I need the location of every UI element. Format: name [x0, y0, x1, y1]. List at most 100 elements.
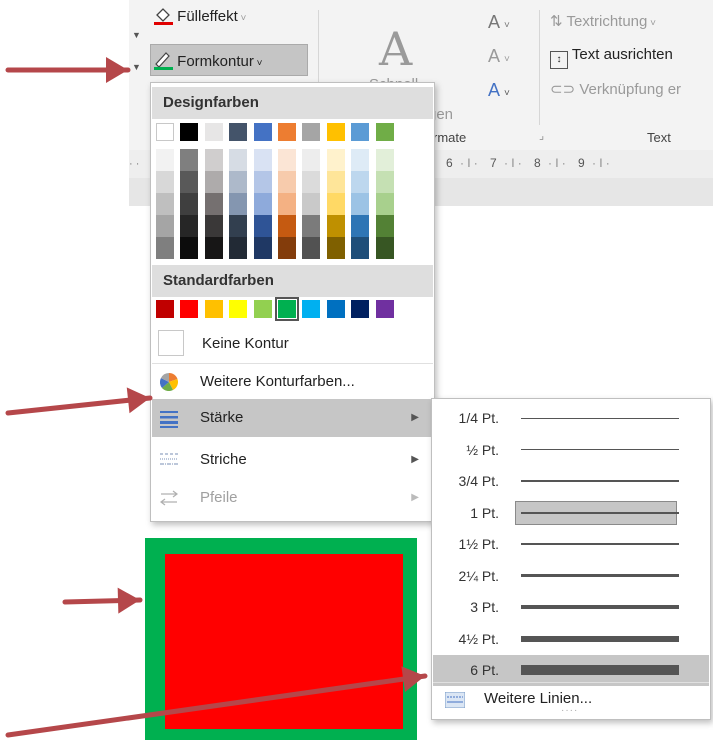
- theme-color-swatch[interactable]: [351, 123, 370, 141]
- weight-option[interactable]: 4½ Pt.: [433, 624, 709, 655]
- theme-shade-swatch[interactable]: [351, 193, 370, 215]
- theme-color-swatch[interactable]: [180, 123, 199, 141]
- theme-color-swatch[interactable]: [302, 123, 321, 141]
- theme-shade-swatch[interactable]: [253, 149, 272, 171]
- text-fill-icon[interactable]: A ˅: [488, 12, 510, 33]
- theme-shade-swatch[interactable]: [156, 193, 174, 215]
- theme-color-swatch[interactable]: [156, 123, 174, 141]
- theme-shade-swatch[interactable]: [180, 215, 199, 237]
- theme-shade-swatch[interactable]: [253, 193, 272, 215]
- theme-shade-swatch[interactable]: [375, 193, 394, 215]
- theme-shade-swatch[interactable]: [229, 149, 248, 171]
- weight-option[interactable]: ½ Pt.: [433, 435, 709, 466]
- theme-shade-swatch[interactable]: [302, 171, 321, 193]
- weight-option[interactable]: 1½ Pt.: [433, 529, 709, 560]
- theme-color-swatch[interactable]: [326, 123, 345, 141]
- theme-shade-swatch[interactable]: [204, 237, 223, 259]
- dashes-item[interactable]: Striche ▶: [152, 441, 433, 478]
- theme-color-swatch[interactable]: [253, 123, 272, 141]
- standard-color-swatch[interactable]: [302, 300, 321, 318]
- theme-shade-swatch[interactable]: [375, 237, 394, 259]
- standard-color-swatch[interactable]: [229, 300, 248, 318]
- fill-effect-button[interactable]: Fülleffekt ˅: [153, 5, 246, 25]
- theme-shade-swatch[interactable]: [229, 193, 248, 215]
- submenu-arrow-icon: ▶: [411, 454, 419, 465]
- theme-shade-swatch[interactable]: [253, 237, 272, 259]
- standard-color-swatch[interactable]: [156, 300, 174, 318]
- theme-shade-swatch[interactable]: [326, 171, 345, 193]
- theme-shade-swatch[interactable]: [204, 149, 223, 171]
- standard-color-swatch[interactable]: [351, 300, 370, 318]
- resize-grip-icon[interactable]: ····: [561, 705, 578, 716]
- standard-color-swatch[interactable]: [375, 300, 394, 318]
- theme-shade-swatch[interactable]: [351, 237, 370, 259]
- theme-shade-swatch[interactable]: [278, 193, 296, 215]
- theme-shade-swatch[interactable]: [302, 237, 321, 259]
- weight-option[interactable]: 1 Pt.: [433, 498, 709, 529]
- quick-styles-icon[interactable]: A: [379, 22, 412, 76]
- standard-color-swatch[interactable]: [204, 300, 223, 318]
- standard-color-swatch[interactable]: [326, 300, 345, 318]
- link-button[interactable]: ⊂⊃ Verknüpfung er: [550, 80, 681, 98]
- standard-color-swatch[interactable]: [275, 297, 299, 321]
- theme-shade-swatch[interactable]: [229, 171, 248, 193]
- dropdown-arrow-icon[interactable]: ▼: [132, 62, 141, 72]
- theme-shade-swatch[interactable]: [302, 215, 321, 237]
- more-lines-item[interactable]: Weitere Linien... ····: [433, 685, 709, 716]
- dash-style-icon: [160, 453, 178, 465]
- theme-shade-swatch[interactable]: [375, 215, 394, 237]
- theme-shade-swatch[interactable]: [156, 237, 174, 259]
- standard-color-swatch[interactable]: [253, 300, 272, 318]
- theme-shade-swatch[interactable]: [253, 215, 272, 237]
- theme-shade-swatch[interactable]: [156, 171, 174, 193]
- align-text-button[interactable]: ↕ Text ausrichten: [550, 46, 673, 69]
- theme-shade-swatch[interactable]: [156, 149, 174, 171]
- theme-shade-swatch[interactable]: [278, 171, 296, 193]
- theme-shade-swatch[interactable]: [351, 171, 370, 193]
- weight-option[interactable]: 3/4 Pt.: [433, 466, 709, 497]
- text-direction-button[interactable]: ⇅ Textrichtung ˅: [550, 12, 656, 30]
- theme-shade-swatch[interactable]: [156, 215, 174, 237]
- theme-shade-swatch[interactable]: [351, 149, 370, 171]
- theme-color-swatch[interactable]: [204, 123, 223, 141]
- weight-option[interactable]: 1/4 Pt.: [433, 403, 709, 434]
- theme-shade-swatch[interactable]: [326, 193, 345, 215]
- theme-shade-swatch[interactable]: [204, 193, 223, 215]
- more-outline-colors-item[interactable]: Weitere Konturfarben...: [152, 363, 433, 400]
- shape-fill-red[interactable]: [165, 554, 403, 729]
- weight-option[interactable]: 2¼ Pt.: [433, 561, 709, 592]
- no-outline-item[interactable]: Keine Kontur: [152, 325, 433, 362]
- theme-shade-swatch[interactable]: [229, 215, 248, 237]
- standard-color-swatch[interactable]: [180, 300, 199, 318]
- dialog-launcher-icon[interactable]: ⌟: [539, 129, 544, 142]
- text-effects-icon[interactable]: A ˅: [488, 80, 510, 101]
- theme-shade-swatch[interactable]: [204, 215, 223, 237]
- theme-shade-swatch[interactable]: [302, 149, 321, 171]
- theme-shade-swatch[interactable]: [326, 149, 345, 171]
- arrows-item[interactable]: Pfeile ▶: [152, 479, 433, 516]
- theme-shade-swatch[interactable]: [326, 215, 345, 237]
- theme-shade-swatch[interactable]: [180, 237, 199, 259]
- dropdown-arrow-icon[interactable]: ▼: [132, 30, 141, 40]
- theme-shade-swatch[interactable]: [253, 171, 272, 193]
- theme-color-swatch[interactable]: [278, 123, 296, 141]
- theme-shade-swatch[interactable]: [351, 215, 370, 237]
- ruler-number: 6: [446, 156, 453, 170]
- theme-shade-swatch[interactable]: [180, 149, 199, 171]
- theme-shade-swatch[interactable]: [278, 215, 296, 237]
- weight-option[interactable]: 3 Pt.: [433, 592, 709, 623]
- theme-shade-swatch[interactable]: [180, 193, 199, 215]
- theme-shade-swatch[interactable]: [278, 149, 296, 171]
- theme-shade-swatch[interactable]: [302, 193, 321, 215]
- theme-shade-swatch[interactable]: [375, 171, 394, 193]
- theme-shade-swatch[interactable]: [204, 171, 223, 193]
- weight-item[interactable]: Stärke ▶: [152, 399, 433, 437]
- theme-shade-swatch[interactable]: [229, 237, 248, 259]
- theme-shade-swatch[interactable]: [278, 237, 296, 259]
- theme-color-swatch[interactable]: [375, 123, 394, 141]
- theme-shade-swatch[interactable]: [375, 149, 394, 171]
- text-outline-icon[interactable]: A ˅: [488, 46, 510, 67]
- theme-color-swatch[interactable]: [229, 123, 248, 141]
- theme-shade-swatch[interactable]: [326, 237, 345, 259]
- theme-shade-swatch[interactable]: [180, 171, 199, 193]
